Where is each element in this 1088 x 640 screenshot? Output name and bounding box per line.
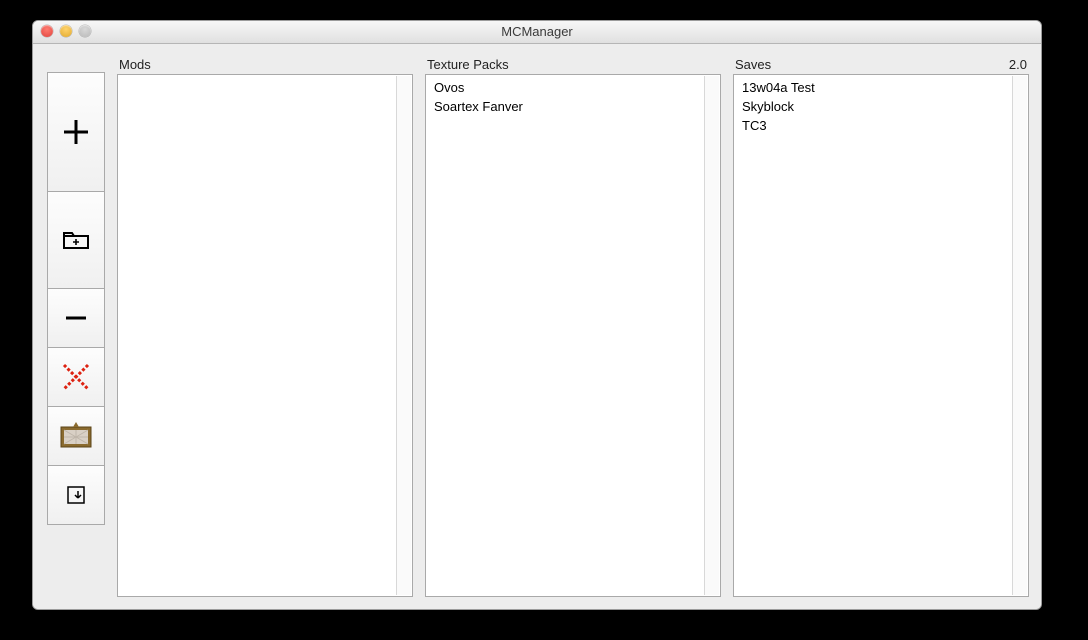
scrollbar[interactable] <box>396 76 411 595</box>
titlebar[interactable]: MCManager <box>33 21 1041 44</box>
export-button[interactable] <box>47 465 105 525</box>
list-item[interactable]: Soartex Fanver <box>432 97 702 116</box>
version-label: 2.0 <box>1009 57 1027 72</box>
minimize-window-button[interactable] <box>60 25 72 37</box>
painting-button[interactable] <box>47 406 105 465</box>
close-window-button[interactable] <box>41 25 53 37</box>
zoom-window-button[interactable] <box>79 25 91 37</box>
mods-column: Mods <box>117 54 413 597</box>
texture-packs-column: Texture Packs OvosSoartex Fanver <box>425 54 721 597</box>
scrollbar[interactable] <box>1012 76 1027 595</box>
painting-icon <box>58 421 94 451</box>
folder-plus-icon <box>61 228 91 252</box>
window-controls <box>41 25 91 37</box>
export-icon <box>65 484 87 506</box>
scrollbar[interactable] <box>704 76 719 595</box>
list-item[interactable]: 13w04a Test <box>740 78 1010 97</box>
remove-button[interactable] <box>47 288 105 347</box>
add-folder-button[interactable] <box>47 191 105 288</box>
window-body: Mods Texture Packs OvosSoartex Fanver <box>33 44 1041 609</box>
plus-icon <box>61 117 91 147</box>
saves-list[interactable]: 13w04a TestSkyblockTC3 <box>733 74 1029 597</box>
add-button[interactable] <box>47 72 105 191</box>
window-title: MCManager <box>501 24 573 39</box>
mods-list[interactable] <box>117 74 413 597</box>
saves-header: Saves <box>735 57 771 72</box>
list-item[interactable]: TC3 <box>740 116 1010 135</box>
delete-button[interactable] <box>47 347 105 406</box>
red-x-icon <box>59 360 93 394</box>
mods-header: Mods <box>119 57 151 72</box>
minus-icon <box>61 303 91 333</box>
app-window: MCManager <box>32 20 1042 610</box>
texture-packs-list[interactable]: OvosSoartex Fanver <box>425 74 721 597</box>
list-item[interactable]: Ovos <box>432 78 702 97</box>
texture-packs-header: Texture Packs <box>427 57 509 72</box>
list-item[interactable]: Skyblock <box>740 97 1010 116</box>
sidebar <box>47 72 105 597</box>
saves-column: Saves 2.0 13w04a TestSkyblockTC3 <box>733 54 1029 597</box>
